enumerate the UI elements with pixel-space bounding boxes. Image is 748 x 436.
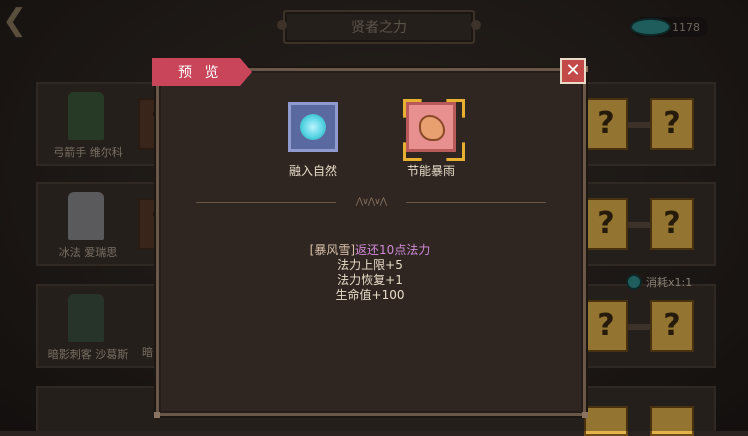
effect-header: [暴风雪]返还10点法力 — [240, 243, 500, 258]
talent-option-selected[interactable]: 节能暴雨 — [401, 99, 465, 179]
close-button[interactable]: ✕ — [560, 58, 586, 84]
flexed-arm-icon — [403, 99, 465, 161]
frame-corner — [582, 412, 588, 418]
effect-line: 法力上限+5 — [337, 258, 403, 272]
talent-label: 融入自然 — [288, 164, 337, 178]
close-icon: ✕ — [565, 60, 581, 81]
modal-title-ribbon: 预 览 — [152, 58, 252, 86]
preview-modal — [154, 66, 588, 418]
frame-corner — [154, 412, 160, 418]
effect-line: 法力恢复+1 — [337, 273, 403, 287]
effect-line: 生命值+100 — [335, 288, 405, 302]
divider-ornament: ⋀∨⋀∨⋀ — [355, 197, 387, 207]
talent-label: 节能暴雨 — [406, 164, 455, 178]
selection-frame — [403, 99, 465, 161]
effect-tag: [暴风雪] — [309, 243, 356, 257]
effect-tag-detail: 返还10点法力 — [355, 243, 431, 257]
nature-orb-icon — [288, 102, 338, 152]
ornamental-divider: ⋀∨⋀∨⋀ — [196, 197, 546, 207]
effect-description: [暴风雪]返还10点法力 法力上限+5 法力恢复+1 生命值+100 — [240, 243, 500, 303]
talent-option[interactable]: 融入自然 — [283, 102, 343, 179]
modal-title: 预 览 — [178, 65, 223, 81]
